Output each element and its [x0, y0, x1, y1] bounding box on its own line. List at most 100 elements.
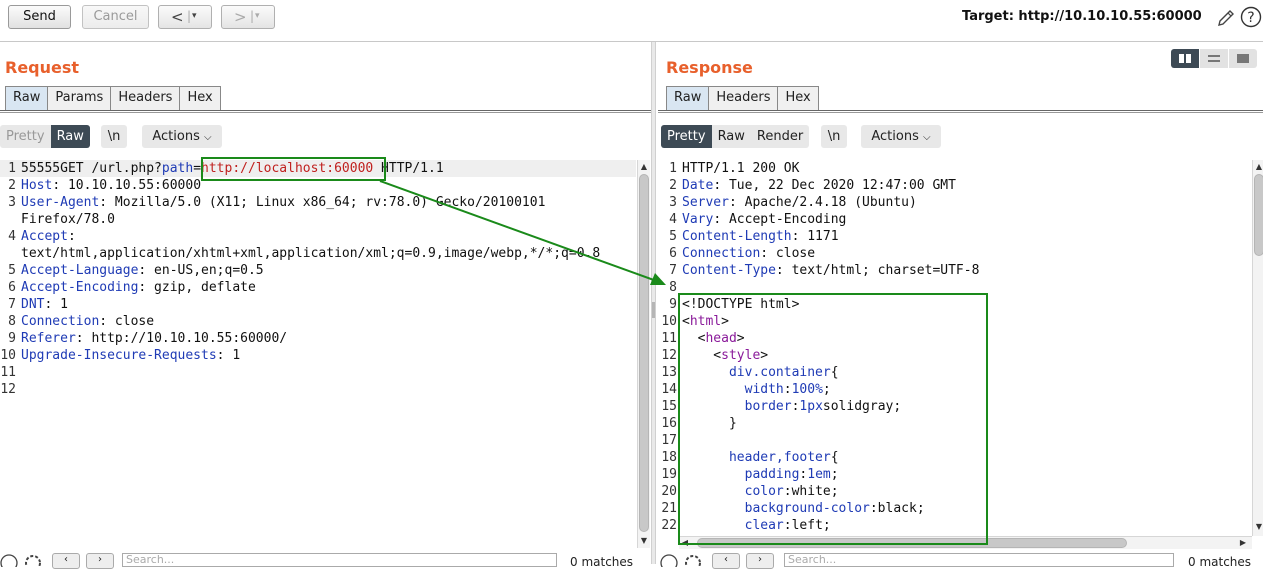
scroll-down-icon[interactable]: ▼ [1253, 522, 1263, 531]
chevron-down-icon: ▾ [255, 11, 260, 21]
line-number: 16 [661, 416, 677, 431]
send-button[interactable]: Send [8, 5, 71, 29]
layout-tabs-toggle[interactable] [1229, 49, 1257, 68]
search-input[interactable]: Search... [784, 553, 1174, 567]
code-line: 7 Content-Type: text/html; charset=UTF-8 [661, 262, 1251, 279]
chevron-left-icon: < [171, 8, 184, 26]
help-icon[interactable] [660, 553, 680, 567]
code-line: 3 User-Agent: Mozilla/5.0 (X11; Linux x86… [0, 194, 636, 211]
search-next-button[interactable]: › [746, 553, 774, 569]
separator: | [250, 9, 255, 23]
line-text: Accept-Language: en-US,en;q=0.5 [21, 262, 264, 279]
cancel-button[interactable]: Cancel [82, 5, 149, 29]
line-text: Upgrade-Insecure-Requests: 1 [21, 347, 240, 364]
request-scrollbar[interactable]: ▲ ▼ [637, 160, 650, 548]
line-text: Firefox/78.0 [21, 211, 115, 228]
request-editor[interactable]: 1 55555GET /url.php?path=http://localhost… [0, 160, 636, 545]
line-text: Content-Length: 1171 [682, 228, 839, 245]
tab-hex[interactable]: Hex [179, 86, 221, 110]
line-text: Accept: [21, 228, 76, 245]
tab-hex[interactable]: Hex [777, 86, 819, 110]
line-number: 17 [661, 433, 677, 448]
newline-toggle[interactable]: \n [101, 125, 127, 148]
tab-raw[interactable]: Raw [666, 86, 710, 110]
line-text: Date: Tue, 22 Dec 2020 12:47:00 GMT [682, 177, 956, 194]
line-number: 9 [8, 331, 16, 346]
search-next-button[interactable]: › [86, 553, 114, 569]
layout-top-bottom-toggle[interactable] [1200, 49, 1228, 68]
tab-raw[interactable]: Raw [5, 86, 49, 110]
columns-icon [1179, 54, 1191, 63]
scroll-thumb[interactable] [1254, 174, 1263, 256]
help-icon[interactable]: ? [1240, 6, 1262, 28]
response-scrollbar[interactable]: ▲ ▼ [1252, 160, 1263, 536]
code-token: Host [21, 178, 53, 193]
highlight-url-box [201, 157, 386, 181]
tab-headers[interactable]: Headers [110, 86, 181, 110]
scroll-up-icon[interactable]: ▲ [638, 162, 650, 171]
code-token: Server [682, 195, 729, 210]
response-view-mode: Pretty Raw Render [661, 125, 810, 148]
line-number: 8 [8, 314, 16, 329]
layout-side-by-side-toggle[interactable] [1171, 49, 1199, 68]
code-token: : gzip, deflate [138, 280, 256, 295]
tab-params[interactable]: Params [47, 86, 112, 110]
line-number: 5 [8, 263, 16, 278]
code-token: : Apache/2.4.18 (Ubuntu) [728, 195, 917, 210]
code-token: : 1171 [791, 229, 839, 244]
chevron-down-icon: ⌵ [204, 132, 212, 143]
actions-menu-button[interactable]: Actions ⌵ [861, 125, 941, 148]
tabs-icon [1237, 54, 1249, 63]
scroll-thumb[interactable] [639, 174, 649, 532]
search-prev-button[interactable]: ‹ [52, 553, 80, 569]
raw-toggle[interactable]: Raw [50, 125, 90, 148]
code-token: Vary [682, 212, 714, 227]
pretty-toggle[interactable]: Pretty [661, 125, 712, 148]
tab-headers[interactable]: Headers [708, 86, 779, 110]
line-number: 1 [8, 161, 16, 176]
line-number: 10 [0, 348, 16, 363]
line-text: User-Agent: Mozilla/5.0 (X11; Linux x86_… [21, 194, 545, 211]
line-number: 3 [8, 195, 16, 210]
code-token: : close [760, 246, 816, 261]
target-label[interactable]: Target: http://10.10.10.55:60000 [962, 9, 1202, 24]
pencil-icon[interactable] [1216, 8, 1236, 28]
scroll-up-icon[interactable]: ▲ [1253, 162, 1263, 171]
code-token: : 1 [44, 297, 68, 312]
actions-menu-button[interactable]: Actions ⌵ [142, 125, 222, 148]
search-input[interactable]: Search... [122, 553, 557, 567]
line-text: Accept-Encoding: gzip, deflate [21, 279, 256, 296]
code-token: : Accept-Encoding [713, 212, 847, 227]
divider-grip[interactable] [652, 302, 655, 318]
code-line: 4 Accept: [0, 228, 636, 245]
line-number: 6 [8, 280, 16, 295]
line-number: 21 [661, 501, 677, 516]
raw-toggle[interactable]: Raw [711, 125, 751, 148]
code-line: 10 Upgrade-Insecure-Requests: 1 [0, 347, 636, 364]
code-token: : Mozilla/5.0 (X11; Linux x86_64; rv:78.… [99, 195, 546, 210]
back-button[interactable]: < | ▾ [158, 5, 212, 29]
line-text: text/html,application/xhtml+xml,applicat… [21, 245, 600, 262]
scroll-right-icon[interactable]: ▶ [1237, 538, 1249, 547]
tab-underline [0, 112, 651, 113]
newline-toggle[interactable]: \n [821, 125, 847, 148]
line-number: 19 [661, 467, 677, 482]
line-text: Referer: http://10.10.10.55:60000/ [21, 330, 287, 347]
code-token: Content-Length [682, 229, 792, 244]
line-text: Vary: Accept-Encoding [682, 211, 846, 228]
forward-button[interactable]: > | ▾ [221, 5, 275, 29]
code-token: = [193, 161, 202, 176]
request-title: Request [5, 58, 80, 77]
search-prev-button[interactable]: ‹ [712, 553, 740, 569]
scroll-down-icon[interactable]: ▼ [638, 536, 650, 545]
render-toggle[interactable]: Render [750, 125, 810, 148]
pretty-toggle[interactable]: Pretty [0, 125, 51, 148]
code-token: Referer [21, 331, 76, 346]
help-icon[interactable] [0, 553, 20, 567]
match-count: 0 matches [1188, 555, 1252, 569]
line-number: 12 [0, 382, 16, 397]
code-line: 7 DNT: 1 [0, 296, 636, 313]
line-number: 3 [669, 195, 677, 210]
code-token: Accept [21, 229, 68, 244]
line-number: 2 [669, 178, 677, 193]
